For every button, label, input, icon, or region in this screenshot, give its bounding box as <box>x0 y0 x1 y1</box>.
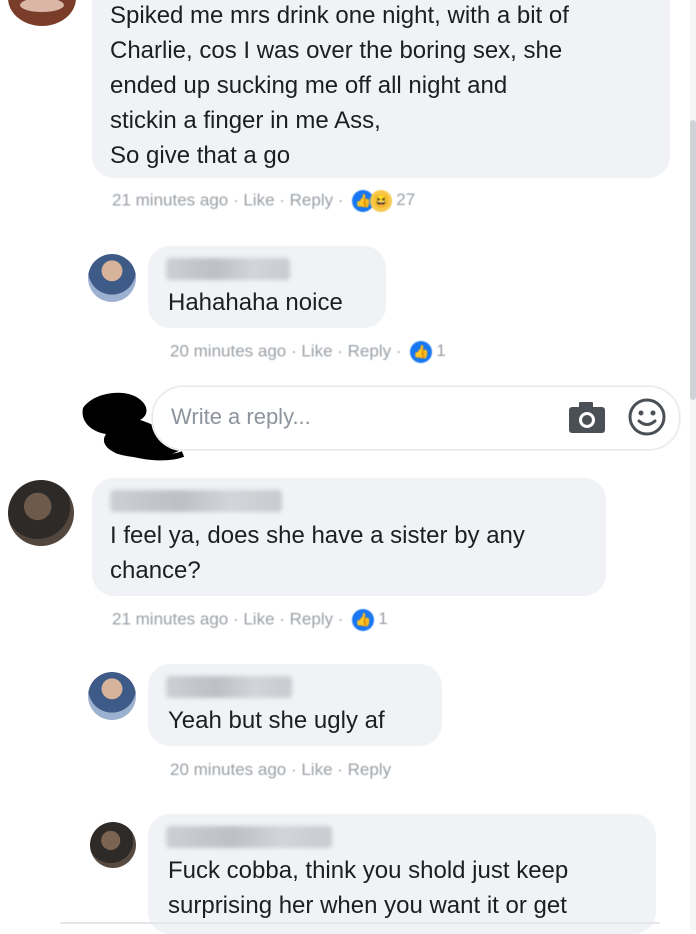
comment-meta: 20 minutes ago · Like · Reply · 👍 1 <box>170 341 446 363</box>
comment-meta-text[interactable]: 20 minutes ago · Like · Reply · <box>170 341 402 360</box>
comment-meta-text[interactable]: 21 minutes ago · Like · Reply · <box>112 609 344 628</box>
reaction-count[interactable]: 1 <box>378 609 387 628</box>
comment-meta-text[interactable]: 20 minutes ago · Like · Reply <box>170 760 391 779</box>
avatar[interactable] <box>90 822 136 868</box>
avatar[interactable] <box>88 672 136 720</box>
scrollbar[interactable] <box>690 0 696 930</box>
comment-text: I feel ya, does she have a sister by any… <box>110 522 525 584</box>
comment-meta: 21 minutes ago · Like · Reply · 👍 1 <box>112 609 388 631</box>
reaction-count[interactable]: 27 <box>396 190 415 209</box>
avatar[interactable] <box>8 480 74 546</box>
divider <box>60 922 660 924</box>
smiley-icon[interactable] <box>627 397 667 437</box>
comment-text: Hahahaha noice <box>168 289 343 316</box>
thumbs-up-icon: 👍 <box>410 341 433 363</box>
reply-input[interactable]: Write a reply... <box>152 386 680 450</box>
comment-text: Fuck cobba, think you shold just keep su… <box>168 857 569 919</box>
laughing-emoji-icon: 😆 <box>370 190 393 212</box>
camera-icon[interactable] <box>567 399 607 435</box>
reaction-count[interactable]: 1 <box>436 341 445 360</box>
reply-input-placeholder[interactable]: Write a reply... <box>171 404 311 430</box>
comment-meta: 21 minutes ago · Like · Reply · 👍 😆 27 <box>112 190 415 212</box>
scrollbar-thumb[interactable] <box>690 120 696 400</box>
comment-meta: 20 minutes ago · Like · Reply <box>170 760 391 780</box>
redacted-author-name[interactable] <box>166 258 290 280</box>
comment-text: Yeah but she ugly af <box>168 707 385 734</box>
comment-text: Spiked me mrs drink one night, with a bi… <box>110 2 569 169</box>
redacted-author-name[interactable] <box>166 676 292 698</box>
redacted-author-name[interactable] <box>166 826 332 848</box>
redacted-author-name[interactable] <box>110 490 282 512</box>
comment-meta-text[interactable]: 21 minutes ago · Like · Reply · <box>112 190 344 209</box>
thumbs-up-icon: 👍 <box>352 609 375 631</box>
avatar[interactable] <box>8 0 76 26</box>
avatar[interactable] <box>88 254 136 302</box>
